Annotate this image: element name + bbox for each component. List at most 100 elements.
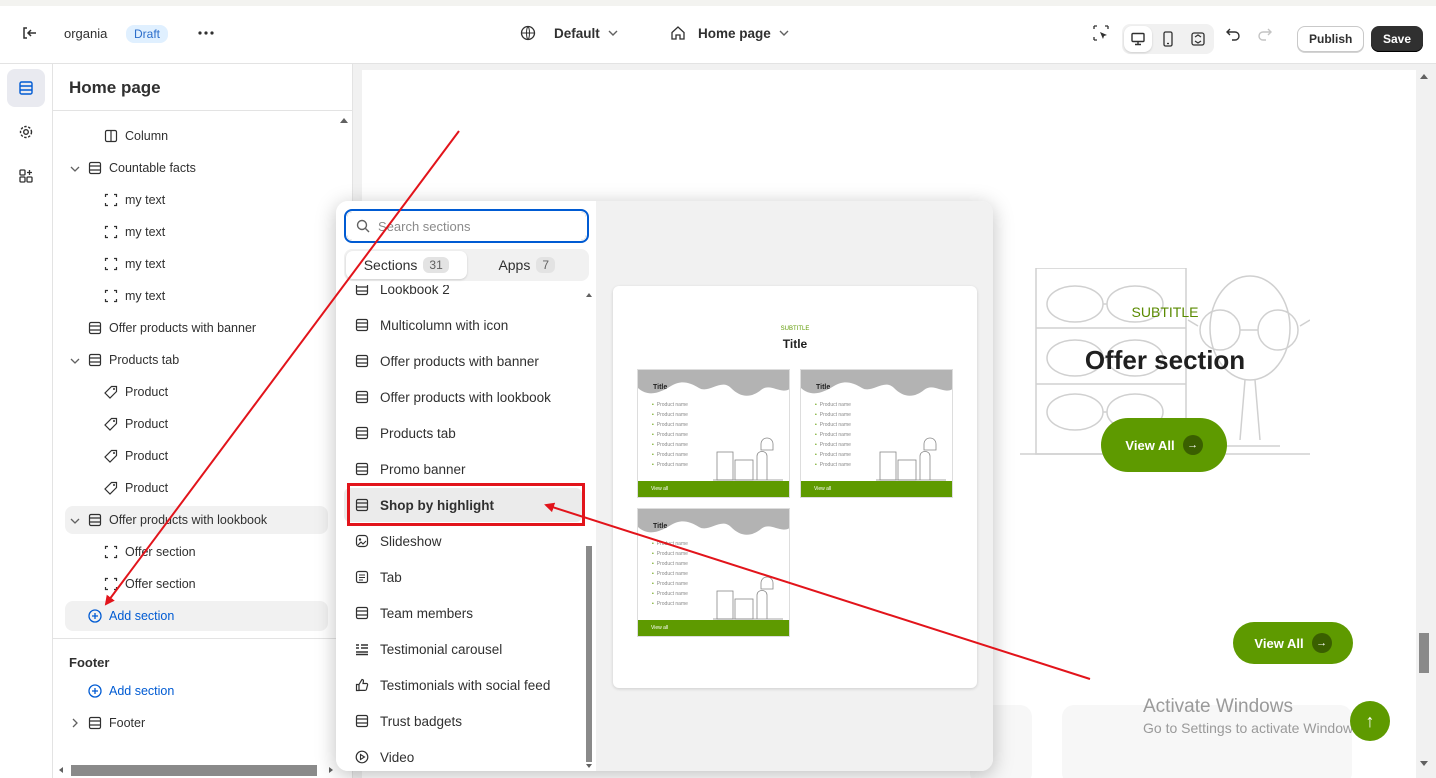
horizontal-scrollbar[interactable] (57, 764, 335, 776)
fullscreen-icon[interactable] (1184, 26, 1212, 52)
arrow-up-icon: ↑ (1365, 710, 1375, 731)
product-list: Product name Product name Product name P… (652, 539, 688, 609)
product-name: Product name (652, 539, 688, 549)
footer-add-section-button[interactable]: Add section (87, 677, 174, 705)
sidebar-item-label: Footer (109, 716, 146, 730)
watermark-line-2: Go to Settings to activate Windows. (1143, 720, 1364, 736)
preview-card: Title Product name Product name Product … (800, 369, 953, 498)
chevron-right-icon[interactable] (70, 718, 80, 728)
chevron-down-icon[interactable] (70, 356, 80, 366)
sidebar-item-label: Product (125, 417, 169, 431)
tab-apps[interactable]: Apps 7 (467, 251, 588, 279)
sections-icon[interactable] (7, 69, 45, 107)
section-list-scrollbar[interactable] (584, 285, 594, 771)
arrow-right-icon: → (1311, 633, 1332, 653)
sidebar-item-products-tab[interactable]: Products tab (87, 346, 179, 374)
list-item[interactable]: Video (344, 740, 582, 771)
settings-gear-icon[interactable] (7, 113, 45, 151)
exit-icon[interactable] (14, 18, 44, 48)
list-item[interactable]: Team members (344, 596, 582, 630)
list-item[interactable]: Slideshow (344, 524, 582, 558)
list-item[interactable]: Promo banner (344, 452, 582, 486)
section-icon (354, 317, 370, 333)
section-icon (354, 285, 370, 297)
sidebar-item-label: my text (125, 257, 166, 271)
undo-icon[interactable] (1218, 18, 1248, 48)
divider (53, 110, 353, 111)
home-icon (671, 26, 685, 40)
sidebar-item-my-text[interactable]: my text (103, 282, 165, 310)
list-item-label: Products tab (380, 425, 456, 441)
sidebar-item-label: my text (125, 225, 166, 239)
canvas-scrollbar[interactable] (1417, 70, 1431, 770)
store-name: organia (64, 26, 108, 41)
add-section-button[interactable]: Add section (65, 601, 328, 631)
block-icon (103, 192, 119, 208)
scroll-up-arrow-icon[interactable] (340, 117, 348, 123)
sidebar-item-my-text[interactable]: my text (103, 250, 165, 278)
list-item[interactable]: Offer products with banner (344, 344, 582, 378)
list-item[interactable]: Testimonial carousel (344, 632, 582, 666)
section-icon (354, 713, 370, 729)
list-item-label: Testimonials with social feed (380, 677, 551, 693)
thumbs-up-icon (354, 677, 370, 693)
sidebar-item-label: Countable facts (109, 161, 196, 175)
card-footer: View all (801, 481, 952, 497)
list-item-label: Video (380, 749, 415, 765)
preview-card: Title Product name Product name Product … (637, 369, 790, 498)
sidebar-item-my-text[interactable]: my text (103, 186, 165, 214)
sidebar-item-product[interactable]: Product (103, 442, 168, 470)
product-name: Product name (652, 589, 688, 599)
view-all-button[interactable]: View All → (1101, 418, 1227, 472)
product-name: Product name (815, 400, 851, 410)
page-selector-label: Home page (698, 25, 771, 41)
top-bar: organia Draft Default Home page Publish … (0, 0, 1436, 64)
search-field[interactable] (344, 209, 589, 243)
windows-watermark: Activate Windows Go to Settings to activ… (1143, 696, 1364, 736)
mobile-icon[interactable] (1154, 26, 1182, 52)
tab-sections[interactable]: Sections 31 (346, 251, 467, 279)
plus-circle-icon (87, 608, 103, 624)
bags-illustration (713, 437, 783, 481)
block-icon (103, 576, 119, 592)
back-to-top-button[interactable]: ↑ (1350, 701, 1390, 741)
list-item[interactable]: Testimonials with social feed (344, 668, 582, 702)
sidebar-item-my-text[interactable]: my text (103, 218, 165, 246)
list-item-label: Slideshow (380, 533, 442, 549)
sidebar-item-offer-products-lookbook[interactable]: Offer products with lookbook (65, 506, 328, 534)
chevron-down-icon[interactable] (70, 164, 80, 174)
list-item[interactable]: Tab (344, 560, 582, 594)
apps-icon[interactable] (7, 157, 45, 195)
sidebar-item-product[interactable]: Product (103, 410, 168, 438)
sidebar-item-product[interactable]: Product (103, 378, 168, 406)
list-item-label: Tab (380, 569, 402, 585)
list-item[interactable]: Products tab (344, 416, 582, 450)
chevron-down-icon[interactable] (70, 516, 80, 526)
watermark-line-1: Activate Windows (1143, 696, 1293, 717)
sidebar-item-offer-section[interactable]: Offer section (103, 570, 196, 598)
more-actions-icon[interactable] (191, 18, 221, 48)
sidebar-item-offer-section[interactable]: Offer section (103, 538, 196, 566)
publish-button[interactable]: Publish (1297, 26, 1365, 52)
block-icon (103, 224, 119, 240)
view-all-button-secondary[interactable]: View All → (1233, 622, 1353, 664)
page-selector[interactable]: Home page (670, 25, 789, 41)
inspector-icon[interactable] (1086, 18, 1116, 48)
product-name: Product name (652, 559, 688, 569)
sidebar-item-column[interactable]: Column (103, 122, 168, 150)
list-item[interactable]: Multicolumn with icon (344, 308, 582, 342)
sidebar-item-offer-products-banner[interactable]: Offer products with banner (87, 314, 256, 342)
save-button[interactable]: Save (1371, 26, 1424, 52)
sidebar-item-countable-facts[interactable]: Countable facts (87, 154, 196, 182)
list-item[interactable]: Trust badgets (344, 704, 582, 738)
list-item[interactable]: Offer products with lookbook (344, 380, 582, 414)
sidebar-item-product[interactable]: Product (103, 474, 168, 502)
sidebar-item-label: Products tab (109, 353, 180, 367)
sidebar-item-footer[interactable]: Footer (87, 709, 145, 737)
search-input[interactable] (378, 218, 568, 234)
desktop-icon[interactable] (1124, 26, 1152, 52)
theme-selector[interactable]: Default (520, 25, 618, 41)
tag-icon (103, 480, 119, 496)
list-item[interactable]: Lookbook 2 (344, 285, 582, 306)
redo-icon[interactable] (1250, 18, 1280, 48)
